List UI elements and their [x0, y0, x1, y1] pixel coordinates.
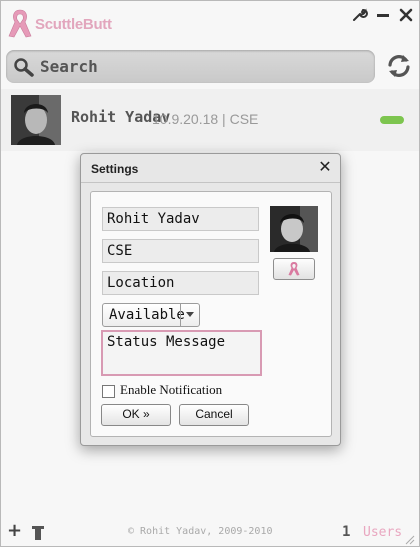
ok-button[interactable]: OK » — [101, 404, 171, 426]
status-selected-value: Available — [109, 307, 185, 323]
search-icon — [14, 58, 34, 77]
dropdown-divider — [180, 304, 181, 326]
search-bar — [6, 50, 375, 83]
app-title: ScuttleButt — [35, 16, 112, 33]
change-photo-button[interactable] — [273, 258, 315, 280]
location-field[interactable] — [102, 271, 259, 295]
settings-dialog: Settings ✕ Available — [80, 153, 341, 446]
wrench-icon[interactable] — [351, 7, 369, 25]
enable-notification-checkbox[interactable] — [102, 385, 115, 398]
minimize-icon[interactable] — [374, 7, 392, 25]
remove-icon[interactable] — [31, 525, 45, 541]
chevron-down-icon — [186, 312, 194, 317]
user-list-item[interactable]: Rohit Yadav 10.9.20.18 | CSE — [1, 89, 419, 152]
dialog-close-icon[interactable]: ✕ — [317, 159, 333, 175]
app-window: ScuttleButt Search Rohit Yadav 10.9.20.1… — [0, 0, 420, 547]
status-dropdown[interactable]: Available — [102, 303, 200, 327]
close-icon[interactable] — [397, 7, 415, 25]
cancel-button[interactable]: Cancel — [179, 404, 249, 426]
status-message-field[interactable]: Status Message — [101, 330, 262, 376]
user-ip-group: 10.9.20.18 | CSE — [152, 111, 259, 127]
enable-notification-label: Enable Notification — [120, 382, 223, 397]
online-status-indicator — [380, 116, 404, 124]
group-field[interactable] — [102, 239, 259, 263]
user-count: 1 — [342, 524, 351, 540]
refresh-icon[interactable] — [384, 51, 414, 81]
add-icon[interactable]: + — [7, 522, 22, 540]
profile-photo — [270, 206, 318, 252]
settings-panel: Available Status Message Enable Notifica… — [90, 191, 332, 437]
title-bar: ScuttleButt — [1, 1, 419, 45]
dialog-title: Settings — [91, 162, 139, 176]
dialog-divider — [81, 182, 340, 183]
footer-bar: + © Rohit Yadav, 2009-2010 1 Users — [1, 517, 419, 546]
search-input[interactable] — [40, 54, 365, 78]
resize-grip-icon[interactable] — [403, 533, 415, 545]
user-avatar — [11, 95, 61, 145]
copyright-text: © Rohit Yadav, 2009-2010 — [128, 526, 273, 537]
users-link[interactable]: Users — [363, 525, 402, 540]
ribbon-icon — [288, 262, 300, 276]
ribbon-logo-icon — [8, 9, 32, 38]
name-field[interactable] — [102, 207, 259, 231]
